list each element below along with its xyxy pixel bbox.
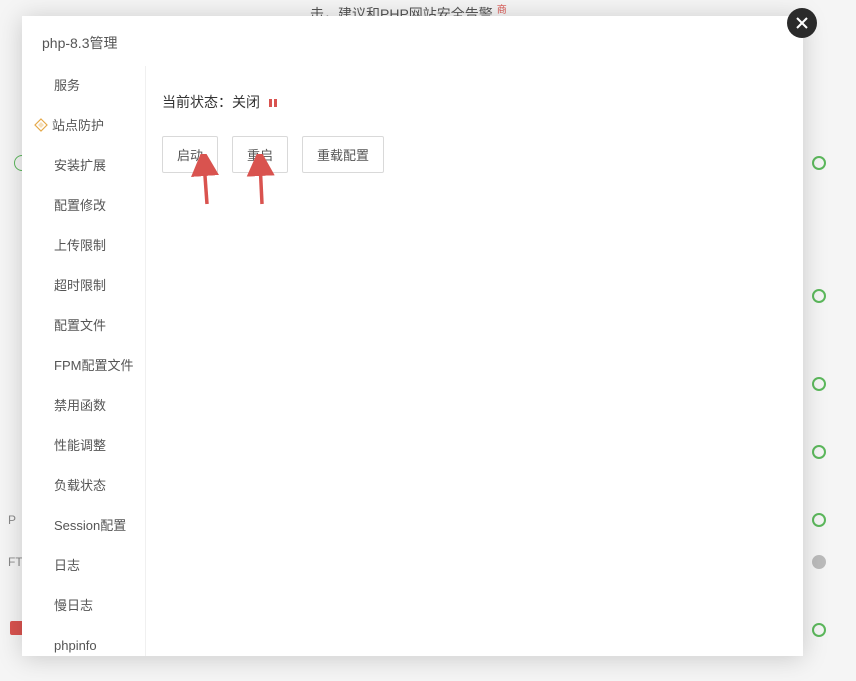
nav-config-file[interactable]: 配置文件 [22,306,145,346]
nav-service[interactable]: 服务 [22,66,145,106]
nav-slow-log[interactable]: 慢日志 [22,586,145,626]
status-line: 当前状态：关闭 [162,92,787,112]
nav-disabled-funcs[interactable]: 禁用函数 [22,386,145,426]
nav-config-edit[interactable]: 配置修改 [22,186,145,226]
content-panel: 当前状态：关闭 启动 重启 重载配置 [146,66,803,656]
nav-siteprotect[interactable]: 站点防护 [22,106,145,146]
nav-timeout-limit[interactable]: 超时限制 [22,266,145,306]
start-button[interactable]: 启动 [162,136,218,173]
bg-left-badge-ft: FT [8,555,23,569]
nav-fpm-config[interactable]: FPM配置文件 [22,346,145,386]
reload-config-button[interactable]: 重载配置 [302,136,384,173]
restart-button[interactable]: 重启 [232,136,288,173]
modal-title: php-8.3管理 [22,16,803,70]
sidebar: 服务 站点防护 安装扩展 配置修改 上传限制 超时限制 配置文件 FPM配置文件… [22,66,146,656]
bg-left-badge-p: P [8,513,16,527]
php-manage-modal: php-8.3管理 服务 站点防护 安装扩展 配置修改 上传限制 超时限制 配置… [22,16,803,656]
close-icon [795,16,809,30]
nav-log[interactable]: 日志 [22,546,145,586]
nav-performance[interactable]: 性能调整 [22,426,145,466]
action-buttons: 启动 重启 重载配置 [162,136,787,173]
close-button[interactable] [787,8,817,38]
nav-upload-limit[interactable]: 上传限制 [22,226,145,266]
status-prefix: 当前状态： [162,94,232,110]
nav-phpinfo[interactable]: phpinfo [22,626,145,656]
status-value: 关闭 [232,94,260,110]
nav-session-config[interactable]: Session配置 [22,506,145,546]
nav-install-ext[interactable]: 安装扩展 [22,146,145,186]
diamond-icon [34,118,48,132]
pause-icon [268,95,278,111]
nav-load-status[interactable]: 负载状态 [22,466,145,506]
